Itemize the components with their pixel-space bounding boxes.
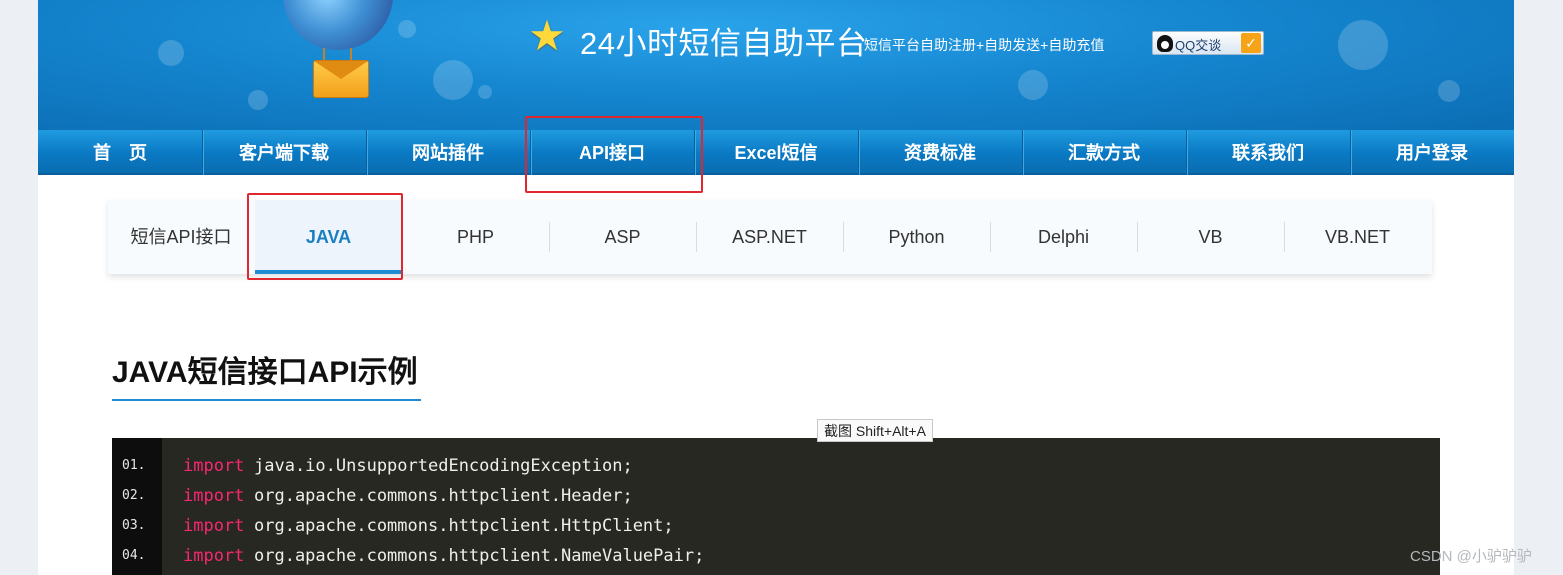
watermark: CSDN @小驴驴驴 xyxy=(1410,548,1532,565)
nav-item-pricing[interactable]: 资费标准 xyxy=(858,130,1023,175)
code-line: 03. import org.apache.commons.httpclient… xyxy=(112,511,1440,541)
main-nav: 首 页 客户端下载 网站插件 API接口 Excel短信 资费标准 汇款方式 联… xyxy=(38,130,1514,175)
code-text: java.io.UnsupportedEncodingException; xyxy=(254,456,633,476)
tab-label: ASP.NET xyxy=(732,227,807,247)
qq-penguin-icon xyxy=(1157,35,1173,52)
tab-python[interactable]: Python xyxy=(843,200,990,274)
code-block: 01. import java.io.UnsupportedEncodingEx… xyxy=(112,438,1440,575)
tab-aspnet[interactable]: ASP.NET xyxy=(696,200,843,274)
code-keyword: import xyxy=(183,456,245,476)
tab-divider xyxy=(1284,222,1285,252)
nav-item-site-plugin[interactable]: 网站插件 xyxy=(366,130,531,175)
decor-bubble xyxy=(398,20,416,38)
site-subtitle: 短信平台自助注册+自助发送+自助充值 xyxy=(864,37,1105,53)
tab-divider xyxy=(1137,222,1138,252)
balloon-logo xyxy=(283,0,393,50)
nav-item-client-download[interactable]: 客户端下载 xyxy=(202,130,367,175)
decor-bubble xyxy=(158,40,184,66)
tab-java[interactable]: JAVA xyxy=(255,200,402,274)
code-line: 02. import org.apache.commons.httpclient… xyxy=(112,481,1440,511)
envelope-icon xyxy=(313,60,369,98)
code-text: org.apache.commons.httpclient.NameValueP… xyxy=(254,546,705,566)
tab-divider xyxy=(402,222,403,252)
code-text: org.apache.commons.httpclient.HttpClient… xyxy=(254,516,674,536)
tab-divider xyxy=(990,222,991,252)
sub-tabs-label: 短信API接口 xyxy=(130,227,232,247)
page-title: JAVA短信接口API示例 xyxy=(112,356,418,389)
tab-label: ASP xyxy=(604,227,641,247)
tab-divider xyxy=(549,222,550,252)
site-title: 24小时短信自助平台 xyxy=(580,26,868,61)
line-number: 04. xyxy=(122,548,146,563)
decor-bubble xyxy=(248,90,268,110)
tab-vbnet[interactable]: VB.NET xyxy=(1284,200,1431,274)
tab-label: JAVA xyxy=(305,227,352,247)
line-number: 01. xyxy=(122,458,146,473)
qq-chat-button[interactable]: QQ交谈 ✓ xyxy=(1152,31,1264,55)
code-keyword: import xyxy=(183,516,245,536)
decor-bubble xyxy=(433,60,473,100)
tab-label: VB.NET xyxy=(1324,227,1390,247)
tab-php[interactable]: PHP xyxy=(402,200,549,274)
code-line: 04. import org.apache.commons.httpclient… xyxy=(112,541,1440,571)
line-number: 03. xyxy=(122,518,146,533)
tab-label: Delphi xyxy=(1037,227,1090,247)
page: ★ 24小时短信自助平台 短信平台自助注册+自助发送+自助充值 QQ交谈 ✓ 首… xyxy=(38,0,1514,575)
nav-item-payment[interactable]: 汇款方式 xyxy=(1022,130,1187,175)
nav-item-home[interactable]: 首 页 xyxy=(38,130,203,175)
screenshot-shortcut-tooltip: 截图 Shift+Alt+A xyxy=(817,419,933,442)
line-number: 02. xyxy=(122,488,146,503)
check-shield-icon: ✓ xyxy=(1241,33,1261,53)
code-line: 01. import java.io.UnsupportedEncodingEx… xyxy=(112,451,1440,481)
code-keyword: import xyxy=(183,546,245,566)
tab-asp[interactable]: ASP xyxy=(549,200,696,274)
tab-divider xyxy=(696,222,697,252)
decor-bubble xyxy=(478,85,492,99)
decor-bubble xyxy=(1018,70,1048,100)
star-icon: ★ xyxy=(528,12,566,59)
code-keyword: import xyxy=(183,486,245,506)
code-text: org.apache.commons.httpclient.Header; xyxy=(254,486,633,506)
tab-vb[interactable]: VB xyxy=(1137,200,1284,274)
nav-item-api[interactable]: API接口 xyxy=(530,130,695,175)
decor-bubble xyxy=(1438,80,1460,102)
qq-chat-label: QQ交谈 xyxy=(1175,38,1222,53)
nav-item-excel-sms[interactable]: Excel短信 xyxy=(694,130,859,175)
heading-underline xyxy=(112,399,421,401)
tab-label: PHP xyxy=(456,227,494,247)
tab-divider xyxy=(843,222,844,252)
tab-delphi[interactable]: Delphi xyxy=(990,200,1137,274)
tab-label: Python xyxy=(888,227,945,247)
header-banner: ★ 24小时短信自助平台 短信平台自助注册+自助发送+自助充值 QQ交谈 ✓ xyxy=(38,0,1514,130)
api-language-tabs: 短信API接口 JAVA PHP ASP ASP.NET Python Delp… xyxy=(108,200,1432,274)
tab-label: VB xyxy=(1198,227,1223,247)
nav-item-login[interactable]: 用户登录 xyxy=(1350,130,1514,175)
decor-bubble xyxy=(1338,20,1388,70)
nav-item-contact[interactable]: 联系我们 xyxy=(1186,130,1351,175)
